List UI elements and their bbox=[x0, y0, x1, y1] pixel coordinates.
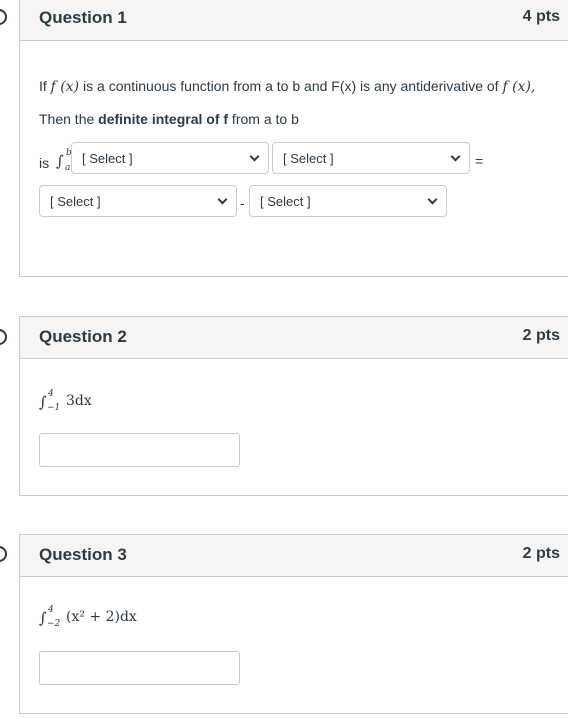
select-1[interactable]: [ Select ] bbox=[71, 142, 269, 174]
prompt-middle: is a continuous function from a to b and… bbox=[79, 78, 503, 94]
question-1-prompt-line-2: Then the definite integral of f from a t… bbox=[39, 111, 299, 127]
select-3-value: [ Select ] bbox=[50, 194, 101, 209]
select-2-value: [ Select ] bbox=[283, 151, 334, 166]
integral-lower-limit: −2 bbox=[47, 619, 61, 629]
chevron-down-icon bbox=[427, 194, 438, 205]
question-3-answer-input[interactable] bbox=[39, 651, 240, 685]
integral-lower-limit: a bbox=[65, 163, 71, 173]
chevron-down-icon bbox=[450, 151, 461, 162]
question-1: Question 1 4 pts If f (x) is a continuou… bbox=[19, 0, 568, 277]
question-2: Question 2 2 pts ∫ 4 −1 3dx bbox=[19, 316, 568, 496]
prompt-fx-2: f (x), bbox=[502, 79, 536, 95]
question-3: Question 3 2 pts ∫ 4 −2 (x² + 2)dx bbox=[19, 534, 568, 714]
select-1-value: [ Select ] bbox=[82, 151, 133, 166]
question-1-is-label: is bbox=[39, 155, 49, 171]
question-3-expression: ∫ 4 −2 (x² + 2)dx bbox=[39, 603, 199, 633]
question-1-title: Question 1 bbox=[39, 8, 127, 27]
question-2-marker bbox=[0, 329, 7, 345]
select-4[interactable]: [ Select ] bbox=[249, 185, 447, 217]
minus-sign: - bbox=[240, 195, 245, 211]
prompt-is: is bbox=[39, 155, 50, 171]
integrand: (x² + 2)dx bbox=[66, 609, 137, 625]
integral-upper-limit: 4 bbox=[48, 389, 54, 399]
question-1-prompt-line-1: If f (x) is a continuous function from a… bbox=[39, 78, 535, 95]
prompt-then-bold: definite integral of f bbox=[98, 111, 229, 127]
integral-sign: ∫ bbox=[56, 152, 64, 170]
chevron-down-icon bbox=[217, 194, 228, 205]
equals-text: = bbox=[475, 153, 484, 169]
question-2-points: 2 pts bbox=[522, 327, 560, 344]
integral-lower-limit: −1 bbox=[47, 403, 61, 413]
integrand: 3dx bbox=[66, 393, 92, 409]
integral-upper-limit: 4 bbox=[48, 605, 54, 615]
integral-sign: ∫ bbox=[39, 393, 47, 411]
question-3-marker bbox=[0, 546, 7, 562]
question-3-points: 2 pts bbox=[522, 545, 560, 562]
minus-text: - bbox=[240, 195, 245, 211]
select-4-value: [ Select ] bbox=[260, 194, 311, 209]
prompt-fx-1: f (x) bbox=[50, 79, 80, 95]
select-3[interactable]: [ Select ] bbox=[39, 185, 237, 217]
question-1-marker bbox=[0, 9, 7, 25]
select-2[interactable]: [ Select ] bbox=[272, 142, 470, 174]
question-3-title: Question 3 bbox=[39, 545, 127, 564]
equals-sign: = bbox=[475, 153, 483, 169]
question-1-header: Question 1 4 pts bbox=[20, 0, 568, 41]
prompt-if: If bbox=[39, 78, 47, 94]
question-2-title: Question 2 bbox=[39, 327, 127, 346]
chevron-down-icon bbox=[249, 151, 260, 162]
question-2-expression: ∫ 4 −1 3dx bbox=[39, 387, 159, 417]
prompt-then-suffix: from a to b bbox=[228, 111, 299, 127]
prompt-then-prefix: Then the bbox=[39, 111, 99, 127]
question-1-points: 4 pts bbox=[522, 8, 560, 25]
question-2-answer-input[interactable] bbox=[39, 433, 240, 467]
question-3-header: Question 3 2 pts bbox=[20, 535, 568, 577]
integral-sign: ∫ bbox=[39, 609, 47, 627]
question-2-header: Question 2 2 pts bbox=[20, 317, 568, 359]
